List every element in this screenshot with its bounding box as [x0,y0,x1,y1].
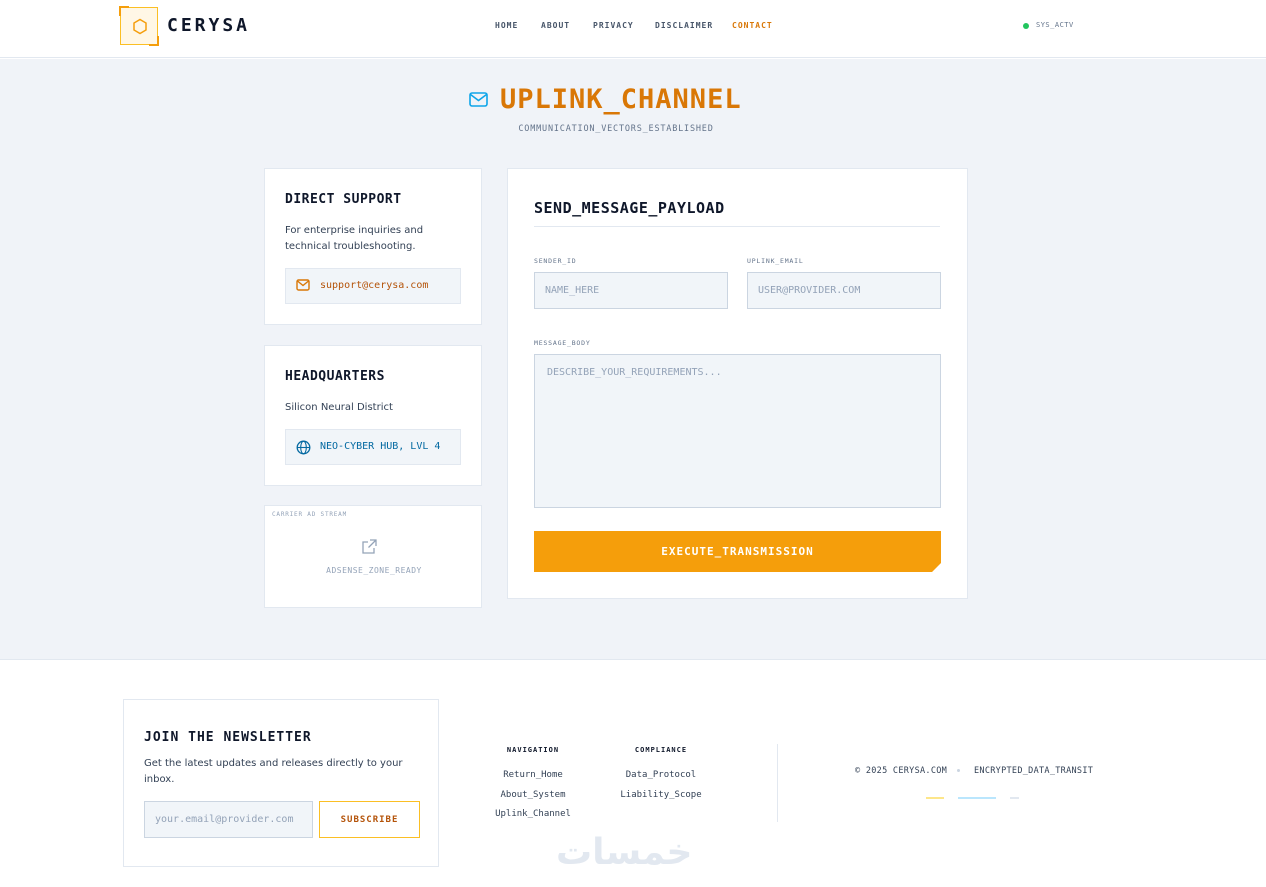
headquarters-text: Silicon Neural District [285,402,393,413]
ad-label: CARRIER AD STREAM [272,511,348,518]
headquarters-title: HEADQUARTERS [285,369,385,384]
accent-bar-blue [958,797,996,799]
message-label: MESSAGE_BODY [534,339,591,347]
footer-link-data-protocol[interactable]: Data_Protocol [601,770,721,780]
subscribe-button[interactable]: SUBSCRIBE [319,801,420,838]
footer-link-about-system[interactable]: About_System [473,790,593,800]
headquarters-card: HEADQUARTERS Silicon Neural District NEO… [264,345,482,486]
page-subtitle: COMMUNICATION_VECTORS_ESTABLISHED [518,124,714,134]
sender-input[interactable] [534,272,728,309]
globe-icon [296,440,311,455]
form-title: SEND_MESSAGE_PAYLOAD [534,199,725,217]
site-header: CERYSA HOME ABOUT PRIVACY DISCLAIMER CON… [0,0,1266,58]
separator-dot [957,769,960,772]
brand-name[interactable]: CERYSA [167,15,250,36]
footer-navigation-heading: NAVIGATION [506,746,560,754]
envelope-icon [296,279,310,291]
footer-divider [777,744,778,822]
ad-slot: CARRIER AD STREAM ADSENSE_ZONE_READY [264,505,482,608]
accent-bar-gray [1010,797,1019,799]
nav-privacy[interactable]: PRIVACY [593,21,634,30]
form-divider [534,226,940,227]
support-email-chip[interactable]: support@cerysa.com [285,268,461,304]
newsletter-card: JOIN THE NEWSLETTER Get the latest updat… [123,699,439,867]
ad-text: ADSENSE_ZONE_READY [326,566,422,575]
nav-contact[interactable]: CONTACT [732,21,773,30]
nav-about[interactable]: ABOUT [541,21,570,30]
email-label: UPLINK_EMAIL [747,257,804,265]
nav-home[interactable]: HOME [495,21,518,30]
newsletter-title: JOIN THE NEWSLETTER [144,730,312,745]
page-title: UPLINK_CHANNEL [500,84,742,115]
support-card: DIRECT SUPPORT For enterprise inquiries … [264,168,482,325]
logo-mark[interactable] [119,6,159,46]
message-textarea[interactable] [534,354,941,508]
footer-link-return-home[interactable]: Return_Home [473,770,593,780]
watermark-logo: خمسات [556,832,693,873]
external-link-icon [362,539,377,554]
newsletter-text: Get the latest updates and releases dire… [144,758,403,785]
system-status: SYS_ACTV [1036,21,1074,29]
sender-label: SENDER_ID [534,257,577,265]
copyright: © 2025 CERYSA.COM [855,766,948,776]
email-input[interactable] [747,272,941,309]
status-dot-icon [1023,23,1029,29]
accent-bar-amber [926,797,944,799]
footer-compliance-heading: COMPLIANCE [634,746,688,754]
footer-link-uplink-channel[interactable]: Uplink_Channel [473,809,593,819]
support-email[interactable]: support@cerysa.com [320,280,428,291]
headquarters-location: NEO-CYBER HUB, LVL 4 [320,441,441,452]
support-text: For enterprise inquiries and technical t… [285,225,424,252]
footer-link-liability-scope[interactable]: Liability_Scope [601,790,721,800]
nav-disclaimer[interactable]: DISCLAIMER [655,21,713,30]
hexagon-icon [133,18,147,35]
headquarters-location-chip: NEO-CYBER HUB, LVL 4 [285,429,461,465]
support-title: DIRECT SUPPORT [285,192,402,207]
envelope-icon [469,92,488,107]
newsletter-email-input[interactable] [144,801,313,838]
execute-transmission-button[interactable]: EXECUTE_TRANSMISSION [534,531,941,572]
footer-tagline: ENCRYPTED_DATA_TRANSIT [974,766,1094,776]
